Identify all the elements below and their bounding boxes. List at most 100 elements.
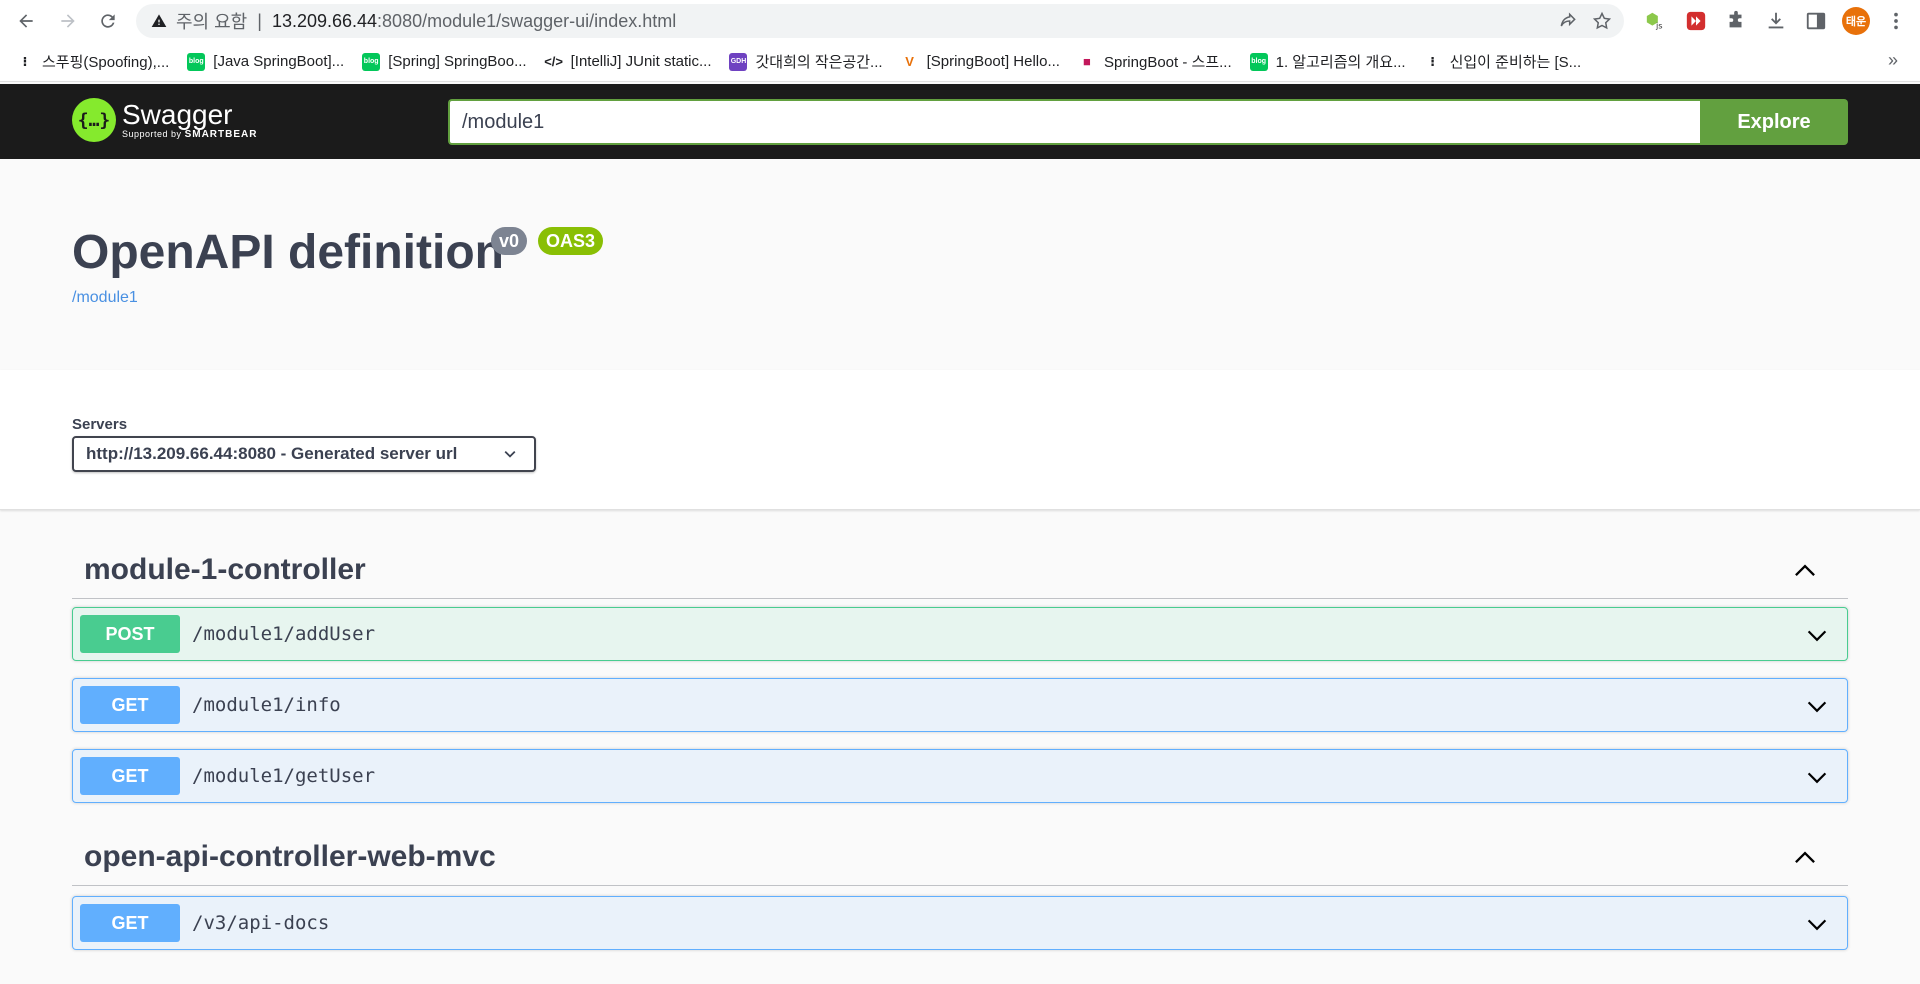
operation-get-getuser[interactable]: GET /module1/getUser xyxy=(72,749,1848,803)
nodejs-extension-icon[interactable]: js xyxy=(1636,5,1676,37)
bookmark-item[interactable]: blog 1. 알고리즘의 개요... xyxy=(1249,51,1406,72)
page-title: OpenAPI definition xyxy=(72,226,504,279)
swagger-topbar: {…} Swagger Supported by SMARTBEAR Explo… xyxy=(0,84,1920,159)
tag-name: module-1-controller xyxy=(84,553,366,586)
bookmark-label: [SpringBoot] Hello... xyxy=(926,53,1060,70)
chevron-down-icon[interactable] xyxy=(1805,623,1829,647)
svg-text:js: js xyxy=(1655,20,1663,30)
download-icon[interactable] xyxy=(1756,5,1796,37)
url-path: :8080/module1/swagger-ui/index.html xyxy=(377,10,677,31)
avatar: 태운 xyxy=(1842,7,1870,35)
tag-name: open-api-controller-web-mvc xyxy=(84,840,496,873)
bookmark-label: 신입이 준비하는 [S... xyxy=(1449,54,1582,71)
version-badge: v0 xyxy=(491,227,528,255)
profile-avatar-button[interactable]: 태운 xyxy=(1836,5,1876,37)
operation-path: /module1/addUser xyxy=(192,623,376,645)
bookmark-label: 스푸핑(Spoofing),... xyxy=(42,54,170,71)
method-badge: GET xyxy=(80,686,180,724)
menu-button[interactable] xyxy=(1876,5,1916,37)
browser-toolbar: 주의 요함 | 13.209.66.44:8080/module1/swagge… xyxy=(0,0,1920,42)
reload-icon xyxy=(101,14,115,28)
address-separator: | xyxy=(257,10,262,31)
servers-select[interactable]: http://13.209.66.44:8080 - Generated ser… xyxy=(72,436,536,472)
bookmark-label: [IntelliJ] JUnit static... xyxy=(570,53,712,70)
servers-label: Servers xyxy=(72,416,128,433)
blog-icon: blog xyxy=(1249,52,1268,71)
bookmark-item[interactable]: ⁝ 스푸핑(Spoofing),... xyxy=(16,51,170,72)
operation-path: /module1/info xyxy=(192,694,341,716)
bookmark-label: [Spring] SpringBoo... xyxy=(388,53,527,70)
gdh-icon: GDH xyxy=(729,52,748,71)
tag-section-module-1-controller: module-1-controller POST /module1/addUse… xyxy=(72,539,1848,803)
operation-post-adduser[interactable]: POST /module1/addUser xyxy=(72,607,1848,661)
bookmark-label: 1. 알고리즘의 개요... xyxy=(1275,54,1406,71)
swagger-logo[interactable]: {…} Swagger Supported by SMARTBEAR xyxy=(72,98,257,142)
tag-header[interactable]: module-1-controller xyxy=(72,539,1848,599)
chevron-up-icon[interactable] xyxy=(1792,557,1818,583)
bookmark-item[interactable]: blog [Java SpringBoot]... xyxy=(187,52,345,71)
tag-header[interactable]: open-api-controller-web-mvc xyxy=(72,826,1848,886)
security-warning-text: 주의 요함 xyxy=(176,12,248,32)
tistory-icon: ⁝ xyxy=(22,53,28,69)
bookmark-item[interactable]: V [SpringBoot] Hello... xyxy=(901,53,1060,71)
method-badge: GET xyxy=(80,757,180,795)
logo-sub-prefix: Supported by xyxy=(122,128,182,139)
share-icon[interactable] xyxy=(1556,9,1580,33)
chevron-down-icon[interactable] xyxy=(1805,912,1829,936)
bookmark-label: SpringBoot - 스프... xyxy=(1103,54,1232,71)
bookmark-item[interactable]: blog [Spring] SpringBoo... xyxy=(362,52,527,71)
video-extension-icon[interactable] xyxy=(1676,5,1716,37)
method-badge: POST xyxy=(80,615,180,653)
bookmark-label: [Java SpringBoot]... xyxy=(213,53,345,70)
chevron-down-icon xyxy=(504,450,516,458)
bookmark-label: 갓대희의 작은공간... xyxy=(755,54,883,71)
operation-path: /v3/api-docs xyxy=(192,912,330,934)
bookmark-item[interactable]: ■ SpringBoot - 스프... xyxy=(1078,51,1232,72)
reload-button[interactable] xyxy=(92,5,124,37)
servers-section: Servers http://13.209.66.44:8080 - Gener… xyxy=(0,370,1920,510)
address-bar[interactable]: 주의 요함 | 13.209.66.44:8080/module1/swagge… xyxy=(136,4,1624,38)
swagger-logo-icon: {…} xyxy=(72,98,116,142)
swagger-logo-text: Swagger Supported by SMARTBEAR xyxy=(122,98,257,140)
star-icon[interactable] xyxy=(1590,9,1614,33)
servers-selected-value: http://13.209.66.44:8080 - Generated ser… xyxy=(86,444,458,463)
extensions-area: js 태운 xyxy=(1636,5,1916,37)
bookmark-item[interactable]: GDH 갓대희의 작은공간... xyxy=(729,51,883,72)
explore-button[interactable]: Explore xyxy=(1700,99,1848,145)
side-panel-icon[interactable] xyxy=(1796,5,1836,37)
code-icon: </> xyxy=(544,54,564,69)
bookmark-item[interactable]: ⁝ 신입이 준비하는 [S... xyxy=(1424,51,1582,72)
base-url-link[interactable]: /module1 xyxy=(72,289,138,307)
chevron-up-icon[interactable] xyxy=(1792,844,1818,870)
operation-get-api-docs[interactable]: GET /v3/api-docs xyxy=(72,896,1848,950)
back-button[interactable] xyxy=(10,5,42,37)
favicon-icon: ■ xyxy=(1083,54,1091,69)
operation-path: /module1/getUser xyxy=(192,765,376,787)
logo-subtitle: Supported by SMARTBEAR xyxy=(122,129,257,140)
explore-url-input[interactable] xyxy=(448,99,1700,145)
blog-icon: blog xyxy=(187,52,206,71)
oas-badge: OAS3 xyxy=(538,227,604,255)
method-badge: GET xyxy=(80,904,180,942)
puzzle-icon[interactable] xyxy=(1716,5,1756,37)
blog-icon: blog xyxy=(362,52,381,71)
more-vert-icon xyxy=(1894,12,1898,30)
chevron-down-icon[interactable] xyxy=(1805,694,1829,718)
logo-title: Swagger xyxy=(122,98,233,130)
arrow-left-icon xyxy=(19,14,33,28)
url-host: 13.209.66.44 xyxy=(271,10,378,31)
velog-icon: V xyxy=(905,54,914,69)
warning-icon xyxy=(150,12,168,30)
logo-sub-brand: SMARTBEAR xyxy=(184,128,258,140)
address-bar-actions xyxy=(1556,9,1614,33)
chevron-down-icon[interactable] xyxy=(1805,765,1829,789)
tistory-icon: ⁝ xyxy=(1430,53,1436,69)
arrow-right-icon xyxy=(61,14,75,28)
bookmarks-overflow-button[interactable]: » xyxy=(1888,50,1898,71)
tag-section-open-api-controller-web-mvc: open-api-controller-web-mvc GET /v3/api-… xyxy=(72,826,1848,950)
api-info: OpenAPI definition v0 OAS3 /module1 xyxy=(0,159,1920,370)
bookmarks-bar: ⁝ 스푸핑(Spoofing),... blog [Java SpringBoot].… xyxy=(0,42,1920,82)
operation-get-info[interactable]: GET /module1/info xyxy=(72,678,1848,732)
forward-button[interactable] xyxy=(52,5,84,37)
bookmark-item[interactable]: </> [IntelliJ] JUnit static... xyxy=(544,53,712,71)
